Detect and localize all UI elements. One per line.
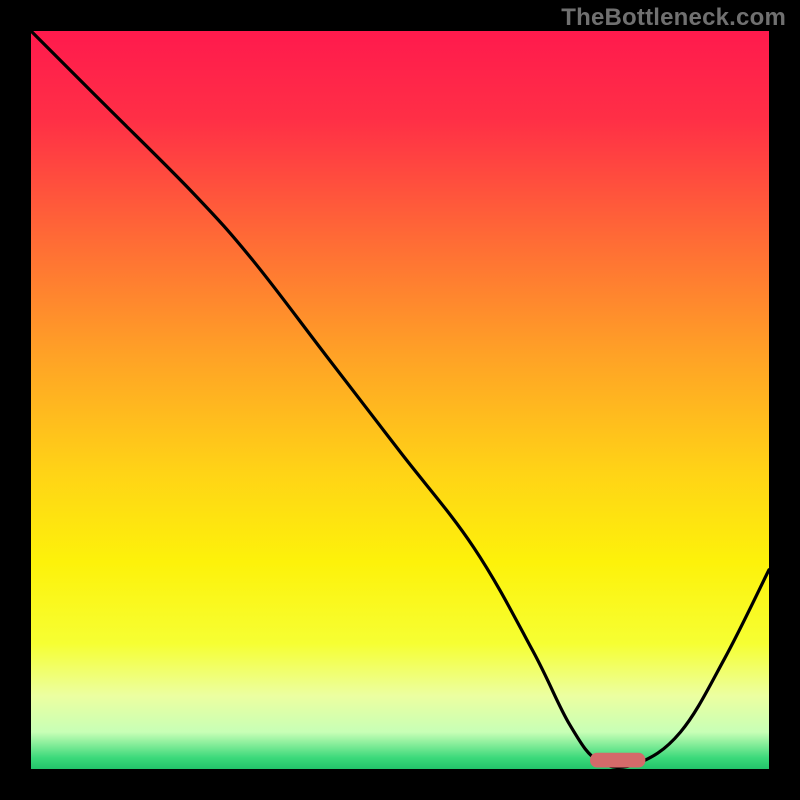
bottleneck-chart — [31, 31, 769, 769]
chart-frame: TheBottleneck.com line — [0, 0, 800, 800]
watermark-label: TheBottleneck.com — [561, 4, 786, 32]
optimal-range-marker — [590, 753, 645, 768]
